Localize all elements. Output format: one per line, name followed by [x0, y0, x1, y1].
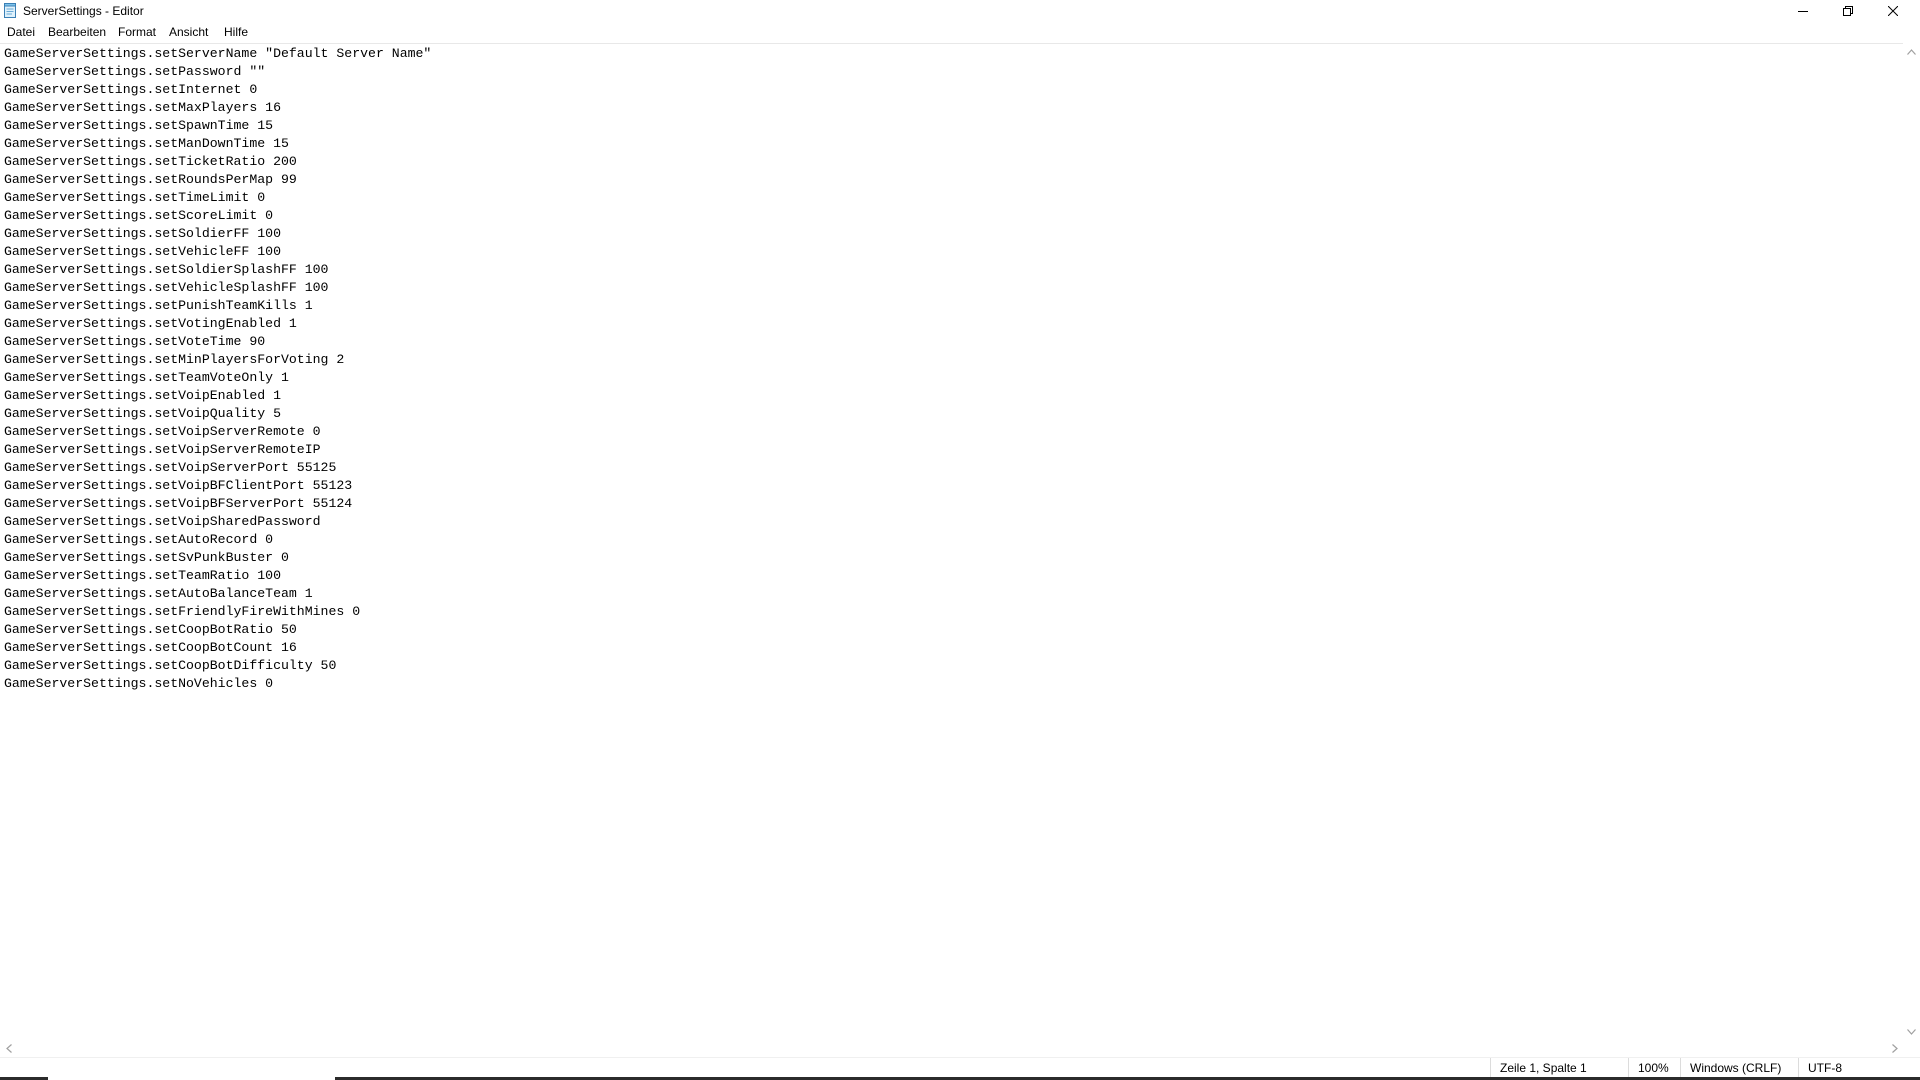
text-line[interactable]: GameServerSettings.setTimeLimit 0 — [4, 189, 431, 207]
title-bar[interactable]: ServerSettings - Editor — [0, 0, 1920, 22]
text-line[interactable]: GameServerSettings.setAutoRecord 0 — [4, 531, 431, 549]
text-line[interactable]: GameServerSettings.setMaxPlayers 16 — [4, 99, 431, 117]
text-line[interactable]: GameServerSettings.setVoipSharedPassword — [4, 513, 431, 531]
encoding: UTF-8 — [1798, 1058, 1903, 1078]
text-line[interactable]: GameServerSettings.setServerName "Defaul… — [4, 45, 431, 63]
chevron-up-icon — [1907, 48, 1916, 55]
text-line[interactable]: GameServerSettings.setAutoBalanceTeam 1 — [4, 585, 431, 603]
text-line[interactable]: GameServerSettings.setManDownTime 15 — [4, 135, 431, 153]
menu-format[interactable]: Format — [118, 25, 156, 40]
chevron-down-icon — [1907, 1028, 1916, 1035]
scrollbar-corner — [1903, 1040, 1920, 1057]
line-ending: Windows (CRLF) — [1680, 1058, 1798, 1078]
notepad-window: ServerSettings - Editor Datei Bearbeiten… — [0, 0, 1920, 1080]
notepad-app-icon — [4, 3, 16, 18]
minimize-button[interactable] — [1780, 0, 1825, 22]
text-line[interactable]: GameServerSettings.setVehicleFF 100 — [4, 243, 431, 261]
zoom-level: 100% — [1628, 1058, 1680, 1078]
scroll-left-button[interactable] — [0, 1040, 17, 1057]
text-line[interactable]: GameServerSettings.setRoundsPerMap 99 — [4, 171, 431, 189]
menu-help[interactable]: Hilfe — [224, 25, 248, 40]
text-line[interactable]: GameServerSettings.setVoteTime 90 — [4, 333, 431, 351]
text-line[interactable]: GameServerSettings.setVoipServerRemote 0 — [4, 423, 431, 441]
window-title: ServerSettings - Editor — [23, 4, 144, 18]
menu-edit[interactable]: Bearbeiten — [48, 25, 106, 40]
text-editor-area[interactable]: GameServerSettings.setServerName "Defaul… — [0, 43, 1903, 1041]
text-line[interactable]: GameServerSettings.setNoVehicles 0 — [4, 675, 431, 693]
chevron-right-icon — [1891, 1044, 1898, 1053]
horizontal-scrollbar[interactable] — [0, 1040, 1903, 1057]
scroll-up-button[interactable] — [1903, 43, 1920, 60]
text-line[interactable]: GameServerSettings.setTicketRatio 200 — [4, 153, 431, 171]
scroll-down-button[interactable] — [1903, 1023, 1920, 1040]
restore-button[interactable] — [1825, 0, 1870, 22]
text-line[interactable]: GameServerSettings.setVotingEnabled 1 — [4, 315, 431, 333]
text-line[interactable]: GameServerSettings.setCoopBotRatio 50 — [4, 621, 431, 639]
text-line[interactable]: GameServerSettings.setVoipEnabled 1 — [4, 387, 431, 405]
vertical-scrollbar[interactable] — [1903, 43, 1920, 1040]
close-icon — [1887, 6, 1898, 16]
text-line[interactable]: GameServerSettings.setCoopBotCount 16 — [4, 639, 431, 657]
text-line[interactable]: GameServerSettings.setVoipQuality 5 — [4, 405, 431, 423]
text-line[interactable]: GameServerSettings.setInternet 0 — [4, 81, 431, 99]
menu-bar: Datei Bearbeiten Format Ansicht Hilfe — [0, 22, 1920, 43]
text-line[interactable]: GameServerSettings.setVoipBFServerPort 5… — [4, 495, 431, 513]
text-line[interactable]: GameServerSettings.setVoipServerPort 551… — [4, 459, 431, 477]
menu-file[interactable]: Datei — [7, 25, 35, 40]
text-line[interactable]: GameServerSettings.setMinPlayersForVotin… — [4, 351, 431, 369]
chevron-left-icon — [5, 1044, 12, 1053]
text-line[interactable]: GameServerSettings.setVoipServerRemoteIP — [4, 441, 431, 459]
cursor-position: Zeile 1, Spalte 1 — [1490, 1058, 1628, 1078]
text-line[interactable]: GameServerSettings.setPassword "" — [4, 63, 431, 81]
text-line[interactable]: GameServerSettings.setVehicleSplashFF 10… — [4, 279, 431, 297]
minimize-icon — [1797, 11, 1808, 12]
text-line[interactable]: GameServerSettings.setSoldierSplashFF 10… — [4, 261, 431, 279]
text-line[interactable]: GameServerSettings.setTeamVoteOnly 1 — [4, 369, 431, 387]
text-line[interactable]: GameServerSettings.setSvPunkBuster 0 — [4, 549, 431, 567]
restore-icon — [1842, 6, 1853, 16]
text-line[interactable]: GameServerSettings.setTeamRatio 100 — [4, 567, 431, 585]
menu-view[interactable]: Ansicht — [169, 25, 208, 40]
text-line[interactable]: GameServerSettings.setVoipBFClientPort 5… — [4, 477, 431, 495]
scroll-right-button[interactable] — [1886, 1040, 1903, 1057]
text-line[interactable]: GameServerSettings.setCoopBotDifficulty … — [4, 657, 431, 675]
close-button[interactable] — [1870, 0, 1915, 22]
text-line[interactable]: GameServerSettings.setFriendlyFireWithMi… — [4, 603, 431, 621]
text-line[interactable]: GameServerSettings.setSoldierFF 100 — [4, 225, 431, 243]
text-line[interactable]: GameServerSettings.setSpawnTime 15 — [4, 117, 431, 135]
text-line[interactable]: GameServerSettings.setScoreLimit 0 — [4, 207, 431, 225]
text-lines: GameServerSettings.setServerName "Defaul… — [4, 45, 431, 693]
text-line[interactable]: GameServerSettings.setPunishTeamKills 1 — [4, 297, 431, 315]
